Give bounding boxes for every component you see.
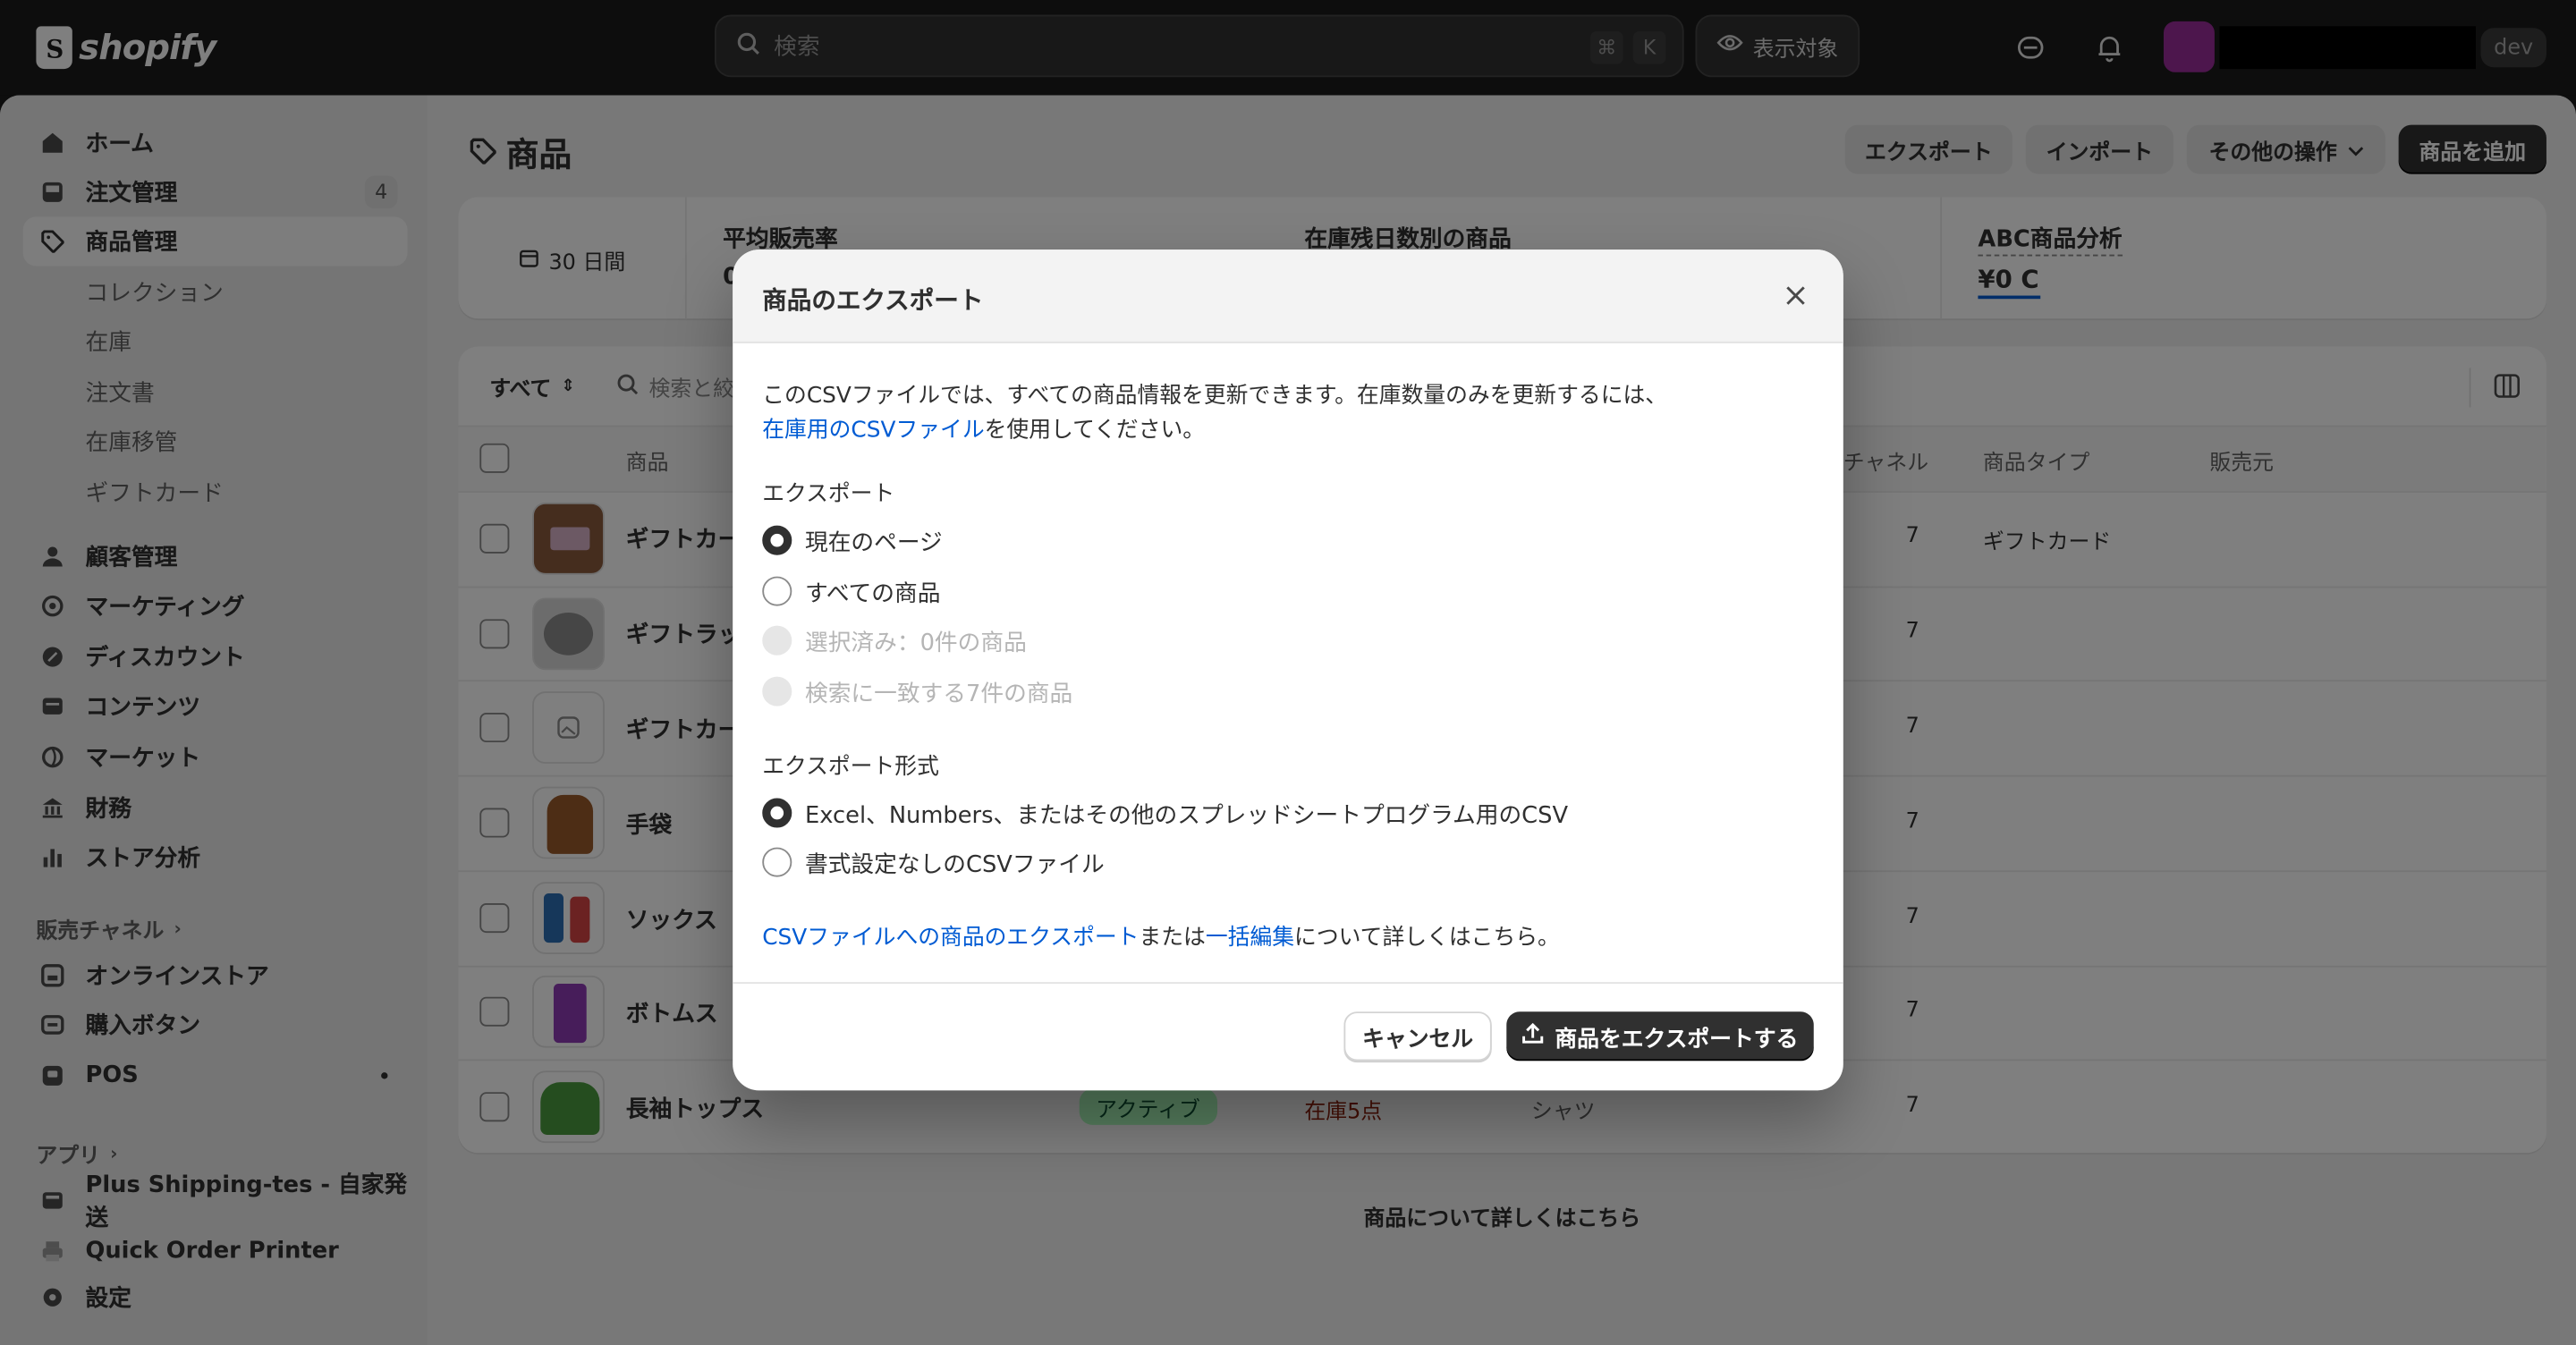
radio-search-matches bbox=[762, 676, 792, 706]
format-section-label: エクスポート形式 bbox=[762, 753, 939, 781]
export-products-label: 商品をエクスポートする bbox=[1555, 1026, 1799, 1053]
upload-icon bbox=[1522, 1021, 1546, 1051]
radio-label-selected-products: 選択済み：0件の商品 bbox=[804, 630, 1027, 657]
radio-label-spreadsheet-csv[interactable]: Excel、Numbers、またはその他のスプレッドシートプログラム用のCSV bbox=[805, 798, 1568, 831]
radio-label-all-products[interactable]: すべての商品 bbox=[805, 577, 940, 610]
export-section-label: エクスポート bbox=[762, 481, 895, 508]
radio-selected-products bbox=[762, 625, 792, 656]
close-icon[interactable] bbox=[1777, 277, 1813, 313]
modal-title: 商品のエクスポート bbox=[762, 285, 984, 316]
radio-label-plain-csv[interactable]: 書式設定なしのCSVファイル bbox=[805, 848, 1105, 881]
radio-format-plain-csv[interactable] bbox=[762, 847, 792, 877]
export-products-modal: 商品のエクスポート このCSVファイルでは、すべての商品情報を更新できます。在庫… bbox=[733, 250, 1843, 1091]
description-suffix: を使用してください。 bbox=[984, 417, 1206, 444]
modal-footer-divider bbox=[733, 982, 1843, 984]
radio-current-page[interactable] bbox=[762, 525, 792, 555]
radio-format-spreadsheet-csv[interactable] bbox=[762, 798, 792, 828]
radio-all-products[interactable] bbox=[762, 576, 792, 606]
export-help-link[interactable]: CSVファイルへの商品のエクスポート bbox=[762, 925, 1139, 951]
help-text: CSVファイルへの商品のエクスポートまたは一括編集について詳しくはこちら。 bbox=[762, 918, 1560, 952]
export-products-button[interactable]: 商品をエクスポートする bbox=[1506, 1011, 1814, 1062]
radio-label-current-page[interactable]: 現在のページ bbox=[805, 526, 943, 559]
cancel-button[interactable]: キャンセル bbox=[1343, 1011, 1492, 1062]
inventory-csv-link[interactable]: 在庫用のCSVファイル bbox=[762, 417, 984, 443]
help-text-middle: または bbox=[1139, 924, 1206, 952]
bulk-edit-help-link[interactable]: 一括編集 bbox=[1206, 925, 1294, 951]
help-text-end: について詳しくはこちら。 bbox=[1294, 924, 1560, 952]
modal-description-line2: 在庫用のCSVファイルを使用してください。 bbox=[762, 410, 1206, 444]
modal-description-line1: このCSVファイルでは、すべての商品情報を更新できます。在庫数量のみを更新するに… bbox=[762, 382, 1668, 410]
radio-label-search-matches: 検索に一致する7件の商品 bbox=[804, 681, 1073, 708]
